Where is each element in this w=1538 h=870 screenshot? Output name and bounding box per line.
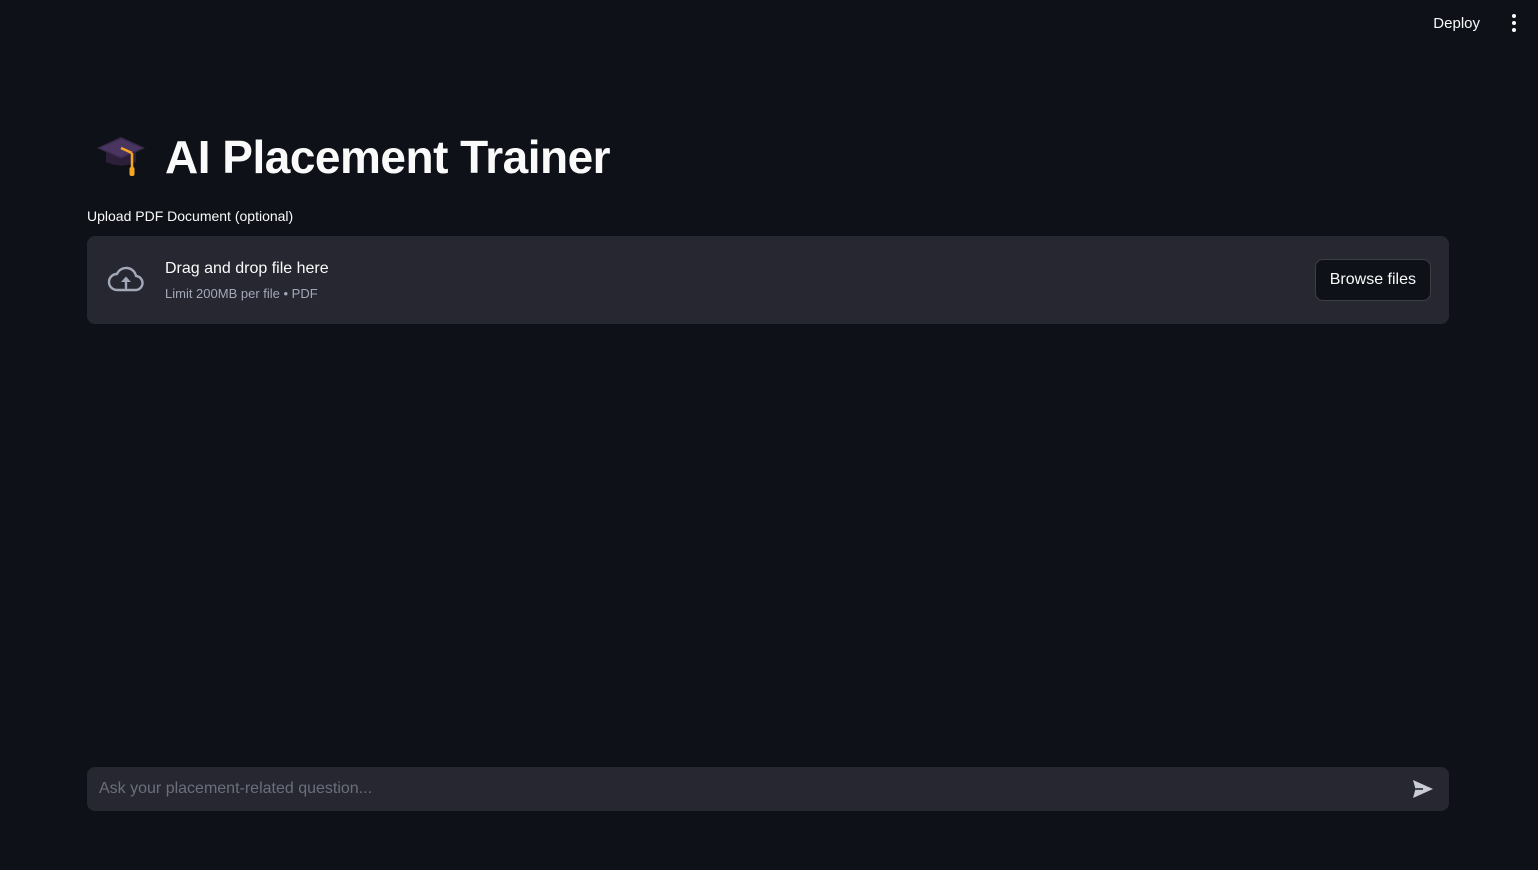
file-dropzone[interactable]: Drag and drop file here Limit 200MB per … [87, 236, 1449, 324]
kebab-menu-icon[interactable] [1504, 10, 1524, 36]
main-content: AI Placement Trainer Upload PDF Document… [87, 126, 1449, 324]
menu-dot [1512, 14, 1516, 18]
menu-dot [1512, 28, 1516, 32]
cloud-upload-icon [107, 266, 144, 292]
chat-input[interactable] [97, 766, 1407, 812]
upload-label: Upload PDF Document (optional) [87, 208, 294, 224]
menu-dot [1512, 21, 1516, 25]
header-actions: Deploy [1425, 10, 1524, 36]
dropzone-limit: Limit 200MB per file • PDF [165, 285, 318, 301]
dropzone-title: Drag and drop file here [165, 259, 329, 277]
title-row: AI Placement Trainer [87, 126, 1449, 188]
browse-files-button[interactable]: Browse files [1314, 259, 1431, 301]
page-title: AI Placement Trainer [165, 131, 611, 183]
send-button[interactable] [1407, 773, 1439, 805]
app-root: Deploy AI Placement Trainer Upload PDF D… [0, 0, 1538, 870]
deploy-button[interactable]: Deploy [1425, 11, 1488, 36]
graduation-cap-icon [97, 137, 145, 176]
dropzone-text: Drag and drop file here Limit 200MB per … [165, 260, 1315, 301]
chat-input-bar [87, 766, 1449, 812]
send-icon [1413, 780, 1433, 798]
